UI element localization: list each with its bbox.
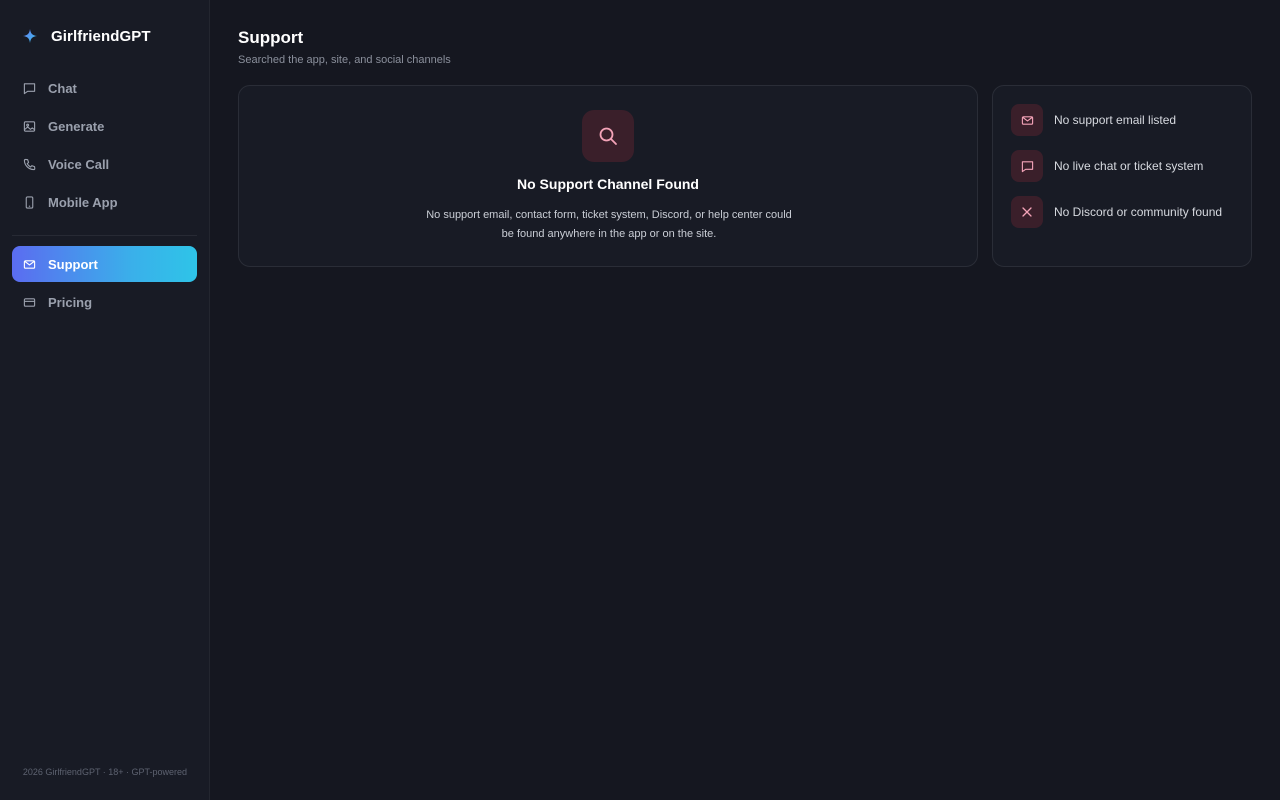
finding-label: No support email listed	[1054, 113, 1177, 127]
sidebar-item-chat[interactable]: Chat	[12, 70, 197, 106]
sidebar-item-voice-call[interactable]: Voice Call	[12, 146, 197, 182]
sparkle-icon	[22, 28, 38, 44]
empty-state-description: No support email, contact form, ticket s…	[426, 209, 792, 240]
page-title: Support	[238, 28, 304, 47]
chat-bubble-icon	[1011, 150, 1043, 182]
page-subtitle: Searched the app, site, and social chann…	[238, 54, 451, 66]
smartphone-icon	[23, 195, 36, 209]
sidebar-item-label: Pricing	[48, 294, 93, 310]
phone-icon	[23, 158, 36, 171]
mail-icon	[1011, 104, 1043, 136]
sidebar-item-label: Chat	[48, 80, 77, 96]
search-icon	[582, 110, 634, 162]
sidebar-item-support[interactable]: Support	[12, 246, 197, 282]
sidebar-footer: 2026 GirlfriendGPT · 18+ · GPT-powered	[22, 767, 188, 777]
sidebar-item-label: Support	[48, 256, 98, 272]
sidebar-item-pricing[interactable]: Pricing	[12, 284, 197, 320]
sidebar-nav: Chat Generate Voice Call Mobile App Supp…	[12, 70, 197, 322]
sidebar-item-label: Generate	[48, 118, 105, 134]
image-icon	[23, 120, 36, 133]
list-item: No support email listed	[1011, 104, 1222, 136]
list-item: No live chat or ticket system	[1011, 150, 1222, 182]
findings-card: No support email listed No live chat or …	[992, 85, 1252, 267]
sidebar-item-generate[interactable]: Generate	[12, 108, 197, 144]
sidebar-item-label: Mobile App	[48, 194, 118, 210]
empty-state-card: No Support Channel Found No support emai…	[238, 85, 978, 267]
mail-icon	[23, 258, 36, 271]
findings-list: No support email listed No live chat or …	[1011, 104, 1222, 242]
list-item: No Discord or community found	[1011, 196, 1222, 228]
chat-bubble-icon	[23, 82, 36, 95]
brand[interactable]: GirlfriendGPT	[22, 26, 151, 46]
finding-label: No live chat or ticket system	[1054, 159, 1204, 173]
nav-divider	[12, 235, 197, 236]
credit-card-icon	[23, 296, 36, 309]
sidebar-item-mobile-app[interactable]: Mobile App	[12, 184, 197, 220]
app-name: GirlfriendGPT	[51, 27, 151, 45]
sidebar: GirlfriendGPT Chat Generate Voice Call M…	[0, 0, 210, 800]
x-icon	[1011, 196, 1043, 228]
finding-label: No Discord or community found	[1054, 205, 1223, 219]
sidebar-item-label: Voice Call	[48, 156, 110, 172]
empty-state-title: No Support Channel Found	[517, 176, 699, 192]
